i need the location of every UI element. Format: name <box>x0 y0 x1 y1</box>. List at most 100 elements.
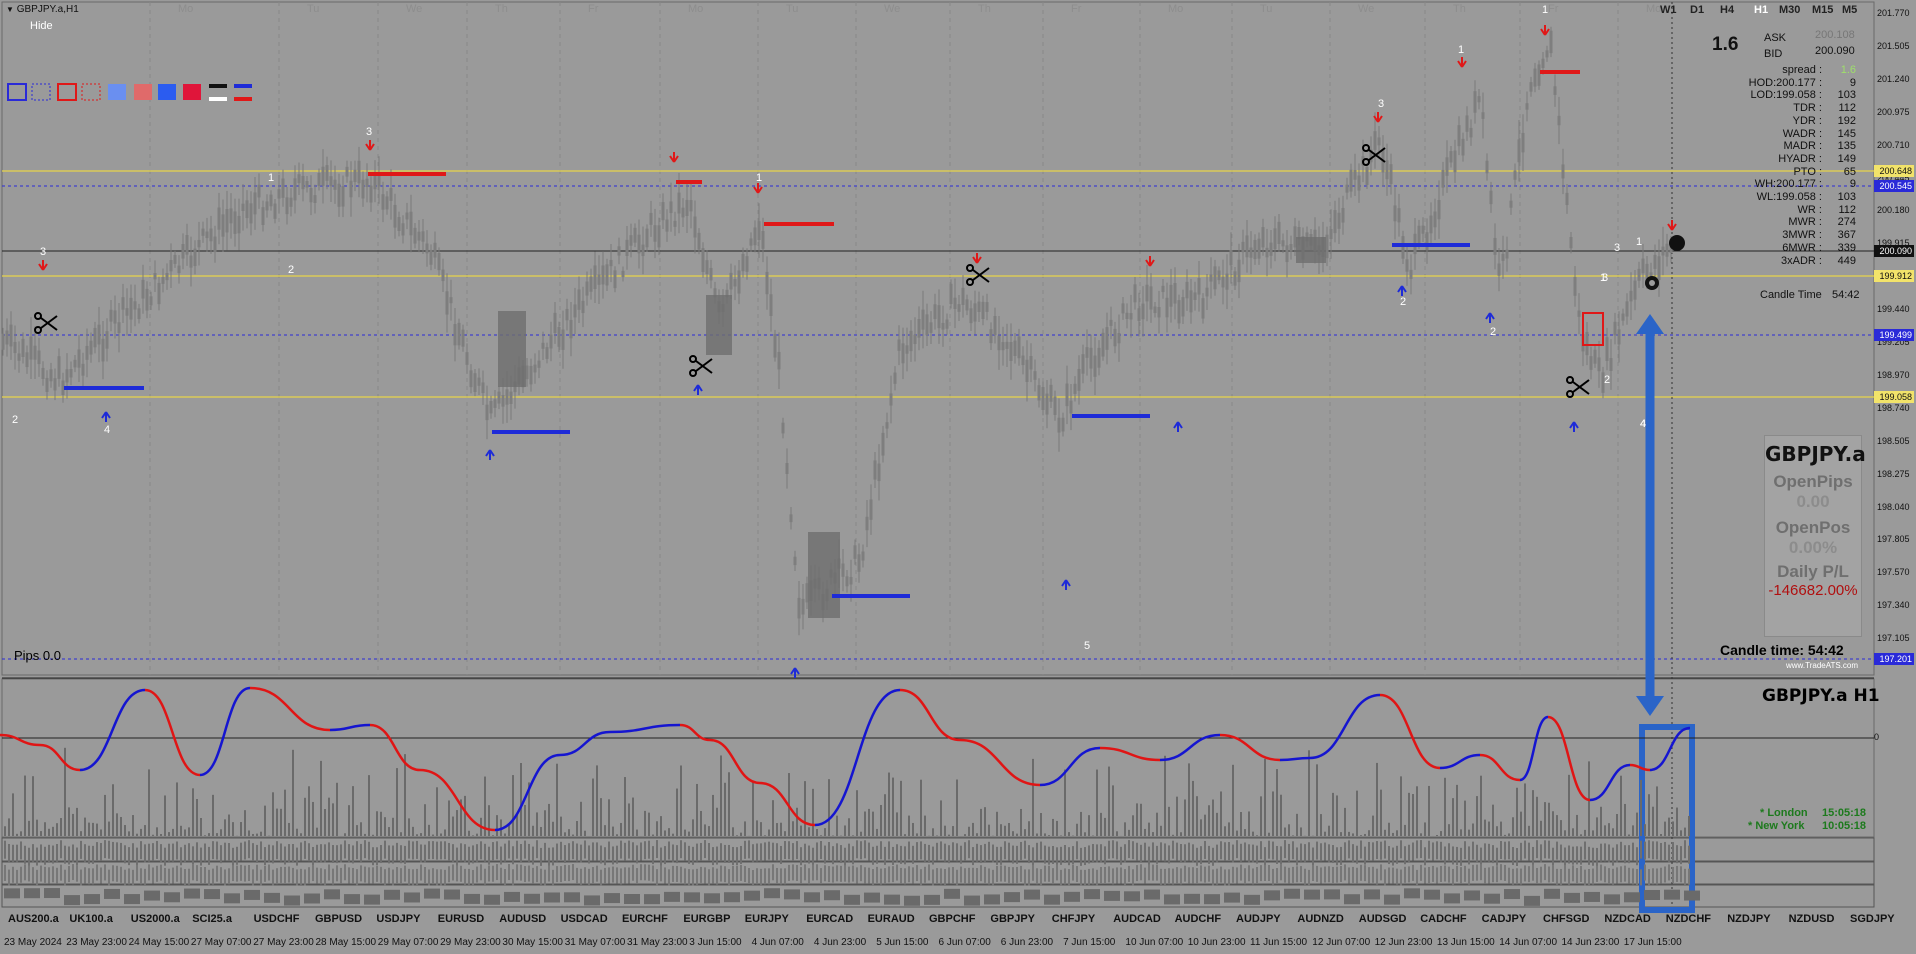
symbol-tab-eurusd[interactable]: EURUSD <box>438 913 484 925</box>
subpanel-bar <box>1316 865 1318 882</box>
subpanel-bar <box>388 845 390 864</box>
blue-fill-tool[interactable] <box>158 84 176 100</box>
histogram-bar <box>140 828 142 836</box>
red-fill-tool[interactable] <box>183 84 201 100</box>
symbol-tab-eurchf[interactable]: EURCHF <box>622 913 668 925</box>
timeframe-m30[interactable]: M30 <box>1779 4 1800 16</box>
hide-button[interactable]: Hide <box>30 20 53 32</box>
candle-body <box>509 391 513 405</box>
subpanel-bar <box>580 868 582 885</box>
symbol-tab-euraud[interactable]: EURAUD <box>868 913 915 925</box>
symbol-tab-audjpy[interactable]: AUDJPY <box>1236 913 1281 925</box>
candle-body <box>529 365 533 385</box>
light-red-fill-tool[interactable] <box>134 84 152 100</box>
histogram-bar <box>1216 812 1218 836</box>
black-line-tool[interactable] <box>209 84 227 88</box>
symbol-tab-us2000-a[interactable]: US2000.a <box>131 913 180 925</box>
histogram-bar <box>1672 821 1674 836</box>
white-line-tool[interactable] <box>209 97 227 101</box>
symbol-tab-eurgbp[interactable]: EURGBP <box>683 913 730 925</box>
chevron-down-icon[interactable]: ▼ <box>6 5 14 14</box>
symbol-tab-nzdusd[interactable]: NZDUSD <box>1789 913 1835 925</box>
timeframe-h1[interactable]: H1 <box>1754 4 1768 16</box>
symbol-tab-audcad[interactable]: AUDCAD <box>1113 913 1161 925</box>
time-axis-label: 24 May 15:00 <box>128 937 190 948</box>
subpanel-bar <box>156 840 158 859</box>
subpanel-bar <box>4 864 6 881</box>
symbol-tab-eurjpy[interactable]: EURJPY <box>745 913 789 925</box>
blue-line-tool[interactable] <box>234 84 252 88</box>
wave-label: 3 <box>1378 98 1385 110</box>
histogram-bar <box>1396 830 1398 836</box>
candle-body <box>753 227 757 246</box>
symbol-tab-sgdjpy[interactable]: SGDJPY <box>1850 913 1895 925</box>
drawing-toolbar[interactable] <box>7 83 252 101</box>
subpanel-bar <box>304 869 306 886</box>
wave-label: 5 <box>1084 640 1091 652</box>
candle-body <box>973 303 977 322</box>
symbol-tab-uk100-a[interactable]: UK100.a <box>69 913 112 925</box>
subpanel-bar <box>1280 864 1282 881</box>
subpanel-bar <box>992 869 994 886</box>
timeframe-d1[interactable]: D1 <box>1690 4 1704 16</box>
symbol-tab-gbpchf[interactable]: GBPCHF <box>929 913 975 925</box>
histogram-bar <box>668 828 670 836</box>
symbol-tab-chfjpy[interactable]: CHFJPY <box>1052 913 1095 925</box>
symbol-tab-audnzd[interactable]: AUDNZD <box>1297 913 1343 925</box>
symbol-tab-chfsgd[interactable]: CHFSGD <box>1543 913 1589 925</box>
symbol-tab-audsgd[interactable]: AUDSGD <box>1359 913 1407 925</box>
price-tag: 199.912 <box>1874 270 1914 282</box>
symbol-tab-usdjpy[interactable]: USDJPY <box>376 913 420 925</box>
symbol-tab-nzdchf[interactable]: NZDCHF <box>1666 913 1711 925</box>
symbol-tab-eurcad[interactable]: EURCAD <box>806 913 853 925</box>
timeframe-m15[interactable]: M15 <box>1812 4 1833 16</box>
histogram-bar <box>600 798 602 836</box>
histogram-bar <box>948 834 950 836</box>
symbol-tab-aus200-a[interactable]: AUS200.a <box>8 913 59 925</box>
symbol-tab-usdcad[interactable]: USDCAD <box>561 913 608 925</box>
symbol-tab-nzdjpy[interactable]: NZDJPY <box>1727 913 1770 925</box>
timeframe-h4[interactable]: H4 <box>1720 4 1734 16</box>
symbol-tab-audchf[interactable]: AUDCHF <box>1175 913 1221 925</box>
symbol-tab-cadjpy[interactable]: CADJPY <box>1482 913 1527 925</box>
subpanel-bar <box>1128 840 1130 859</box>
subpanel-bar <box>548 865 550 882</box>
subpanel-bar <box>1660 867 1662 884</box>
red-dashed-rect-tool[interactable] <box>81 83 101 101</box>
symbol-tab-nzdcad[interactable]: NZDCAD <box>1604 913 1650 925</box>
subpanel-bar <box>1580 846 1582 865</box>
symbol-tab-gbpjpy[interactable]: GBPJPY <box>990 913 1035 925</box>
subpanel-bar <box>1440 841 1442 860</box>
symbol-tab-cadchf[interactable]: CADCHF <box>1420 913 1466 925</box>
candle-body <box>77 349 81 368</box>
candle-body <box>561 329 565 350</box>
subpanel-bar <box>1360 840 1362 859</box>
blue-outline-rect-tool[interactable] <box>7 83 27 101</box>
subpanel-bar <box>1332 845 1334 864</box>
subpanel-bar <box>524 866 526 883</box>
candle-body <box>1385 160 1389 180</box>
price-axis-label: 200.180 <box>1877 205 1910 216</box>
chart-canvas[interactable] <box>0 0 1916 954</box>
candle-body <box>749 238 753 246</box>
timeframe-m5[interactable]: M5 <box>1842 4 1857 16</box>
timeframe-w1[interactable]: W1 <box>1660 4 1677 16</box>
light-blue-fill-tool[interactable] <box>108 84 126 100</box>
histogram-bar <box>1324 831 1326 836</box>
histogram-bar <box>1668 817 1670 836</box>
histogram-bar <box>1064 769 1066 836</box>
time-axis-label: 27 May 07:00 <box>190 937 252 948</box>
histogram-bar <box>196 799 198 836</box>
symbol-tab-sci25-a[interactable]: SCI25.a <box>192 913 232 925</box>
symbol-tab-gbpusd[interactable]: GBPUSD <box>315 913 362 925</box>
subpanel-block <box>1544 888 1560 899</box>
symbol-tab-audusd[interactable]: AUDUSD <box>499 913 546 925</box>
symbol-tab-usdchf[interactable]: USDCHF <box>254 913 300 925</box>
red-line-tool[interactable] <box>234 97 252 101</box>
histogram-bar <box>420 833 422 836</box>
subpanel-bar <box>1532 846 1534 865</box>
histogram-bar <box>1452 798 1454 836</box>
red-outline-rect-tool[interactable] <box>57 83 77 101</box>
candle-body <box>1329 229 1333 240</box>
blue-dashed-rect-tool[interactable] <box>31 83 51 101</box>
